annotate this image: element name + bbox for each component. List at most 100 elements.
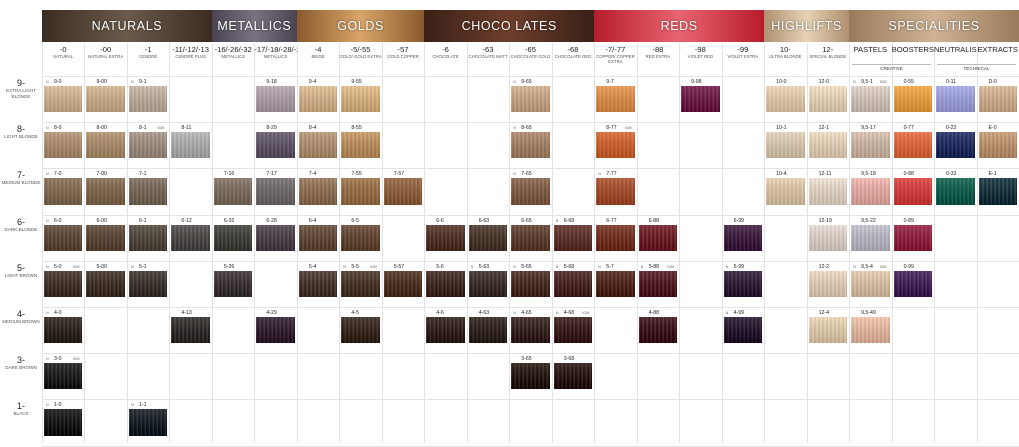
- shade-swatch[interactable]: 5-4: [298, 262, 338, 297]
- shade-swatch[interactable]: 9-55: [341, 78, 380, 113]
- shade-swatch[interactable]: 0-99: [893, 262, 933, 297]
- shade-swatch[interactable]: N 5-63: [468, 262, 508, 297]
- shade-swatch[interactable]: 6-32: [213, 216, 253, 251]
- shade-swatch[interactable]: 6-65: [511, 216, 550, 251]
- shade-swatch[interactable]: 0-22: [936, 124, 975, 159]
- column-name: NATURAL: [53, 54, 74, 59]
- shade-swatch[interactable]: N 4-99: [723, 309, 763, 344]
- shade-swatch[interactable]: 7-1: [128, 170, 168, 205]
- shade-swatch[interactable]: 12-0: [808, 78, 848, 113]
- shade-swatch[interactable]: 6-6: [426, 216, 465, 251]
- shade-swatch[interactable]: 4-29: [256, 309, 295, 344]
- shade-swatch[interactable]: N 5-0 IGM: [44, 262, 83, 297]
- shade-swatch[interactable]: N 4-65: [511, 309, 550, 344]
- shade-swatch[interactable]: N 5-7: [596, 262, 635, 297]
- shade-swatch[interactable]: E-1: [978, 170, 1017, 205]
- shade-swatch[interactable]: N 5-68: [553, 262, 593, 297]
- shade-swatch[interactable]: 9,5-17: [851, 124, 890, 159]
- shade-swatch[interactable]: 8-00: [86, 124, 125, 159]
- shade-swatch[interactable]: 7-57: [383, 170, 423, 205]
- shade-swatch[interactable]: 10-0: [766, 78, 805, 113]
- shade-swatch[interactable]: N 4-68 IGM: [553, 309, 593, 344]
- shade-swatch[interactable]: D-0: [978, 78, 1017, 113]
- shade-swatch[interactable]: 6-5: [341, 216, 380, 251]
- shade-swatch[interactable]: 0-33: [936, 170, 975, 205]
- shade-swatch[interactable]: 8-1 IGM: [128, 124, 168, 159]
- shade-swatch[interactable]: 10-1: [766, 124, 805, 159]
- shade-swatch[interactable]: 5-26: [213, 262, 253, 297]
- shade-swatch[interactable]: 6-1: [128, 216, 168, 251]
- shade-swatch[interactable]: 9-18: [256, 78, 295, 113]
- shade-swatch[interactable]: 6-12: [171, 216, 210, 251]
- shade-swatch[interactable]: N 9,5-1 IGM: [851, 78, 890, 113]
- shade-swatch[interactable]: 8-55: [341, 124, 380, 159]
- shade-swatch[interactable]: 4-88: [638, 309, 678, 344]
- shade-swatch[interactable]: 5-00: [86, 262, 125, 297]
- shade-swatch[interactable]: 8-11: [171, 124, 210, 159]
- shade-swatch[interactable]: 6-77: [596, 216, 635, 251]
- shade-swatch[interactable]: 12-11: [808, 170, 848, 205]
- shade-swatch[interactable]: 6-63: [468, 216, 508, 251]
- shade-swatch[interactable]: 12-2: [808, 262, 848, 297]
- shade-swatch[interactable]: 8-29: [256, 124, 295, 159]
- shade-swatch[interactable]: 10-4: [766, 170, 805, 205]
- shade-swatch[interactable]: N 1-1: [128, 401, 168, 436]
- shade-swatch[interactable]: 6-00: [86, 216, 125, 251]
- shade-swatch[interactable]: 0-55: [893, 78, 933, 113]
- shade-swatch[interactable]: N 6-0: [44, 216, 83, 251]
- shade-swatch[interactable]: 12-4: [808, 309, 848, 344]
- shade-swatch[interactable]: 7-4: [298, 170, 338, 205]
- shade-swatch[interactable]: 5-57: [383, 262, 423, 297]
- shade-swatch[interactable]: 4-13: [171, 309, 210, 344]
- shade-swatch[interactable]: 6-88: [638, 216, 678, 251]
- shade-swatch[interactable]: N 3-0 IGM: [44, 355, 83, 390]
- shade-swatch[interactable]: N 6-68: [553, 216, 593, 251]
- shade-swatch[interactable]: 4-6: [426, 309, 465, 344]
- shade-swatch[interactable]: N 1-0: [44, 401, 83, 436]
- shade-swatch[interactable]: E-0: [978, 124, 1017, 159]
- shade-swatch[interactable]: N 9,5-4 IGM: [851, 262, 890, 297]
- hair-tress: [511, 86, 550, 113]
- shade-swatch[interactable]: N 5-5 IGM: [341, 262, 380, 297]
- shade-swatch[interactable]: N 7-0: [44, 170, 83, 205]
- shade-swatch[interactable]: 3-65: [511, 355, 550, 390]
- shade-swatch[interactable]: 9,5-22: [851, 216, 890, 251]
- shade-swatch[interactable]: 0-88: [893, 170, 933, 205]
- shade-swatch[interactable]: 0-89: [893, 216, 933, 251]
- shade-swatch[interactable]: 0-11: [936, 78, 975, 113]
- shade-swatch[interactable]: 8-77 IGM: [596, 124, 635, 159]
- shade-swatch[interactable]: 7-16: [213, 170, 253, 205]
- shade-swatch[interactable]: 9,5-49: [851, 309, 890, 344]
- shade-swatch[interactable]: N 9-1: [128, 78, 168, 113]
- shade-swatch[interactable]: 5-6: [426, 262, 465, 297]
- shade-swatch[interactable]: 6-99: [723, 216, 763, 251]
- shade-swatch[interactable]: 12-19: [808, 216, 848, 251]
- shade-swatch[interactable]: 6-4: [298, 216, 338, 251]
- shade-swatch[interactable]: N 5-88 IGM: [638, 262, 678, 297]
- shade-swatch[interactable]: 9-98: [681, 78, 720, 113]
- shade-swatch[interactable]: N 5-99: [723, 262, 763, 297]
- shade-swatch[interactable]: N 7-65: [511, 170, 550, 205]
- shade-swatch[interactable]: 7-17: [256, 170, 295, 205]
- shade-swatch[interactable]: 6-28: [256, 216, 295, 251]
- shade-swatch[interactable]: N 5-65: [511, 262, 550, 297]
- shade-swatch[interactable]: N 9-65: [511, 78, 550, 113]
- shade-swatch[interactable]: N 7-77: [596, 170, 635, 205]
- shade-swatch[interactable]: 12-1: [808, 124, 848, 159]
- shade-swatch[interactable]: 9,5-18: [851, 170, 890, 205]
- shade-swatch[interactable]: N 8-0: [44, 124, 83, 159]
- shade-swatch[interactable]: 7-55: [341, 170, 380, 205]
- shade-swatch[interactable]: 3-68: [553, 355, 593, 390]
- shade-swatch[interactable]: N 9-0: [44, 78, 83, 113]
- shade-swatch[interactable]: 4-63: [468, 309, 508, 344]
- shade-swatch[interactable]: 7-00: [86, 170, 125, 205]
- shade-swatch[interactable]: 0-77: [893, 124, 933, 159]
- shade-swatch[interactable]: 8-4: [298, 124, 338, 159]
- shade-swatch[interactable]: 9-00: [86, 78, 125, 113]
- shade-swatch[interactable]: N 8-65: [511, 124, 550, 159]
- shade-swatch[interactable]: N 5-1: [128, 262, 168, 297]
- shade-swatch[interactable]: 9-4: [298, 78, 338, 113]
- shade-swatch[interactable]: N 4-0: [44, 309, 83, 344]
- shade-swatch[interactable]: 9-7: [596, 78, 635, 113]
- shade-swatch[interactable]: 4-5: [341, 309, 380, 344]
